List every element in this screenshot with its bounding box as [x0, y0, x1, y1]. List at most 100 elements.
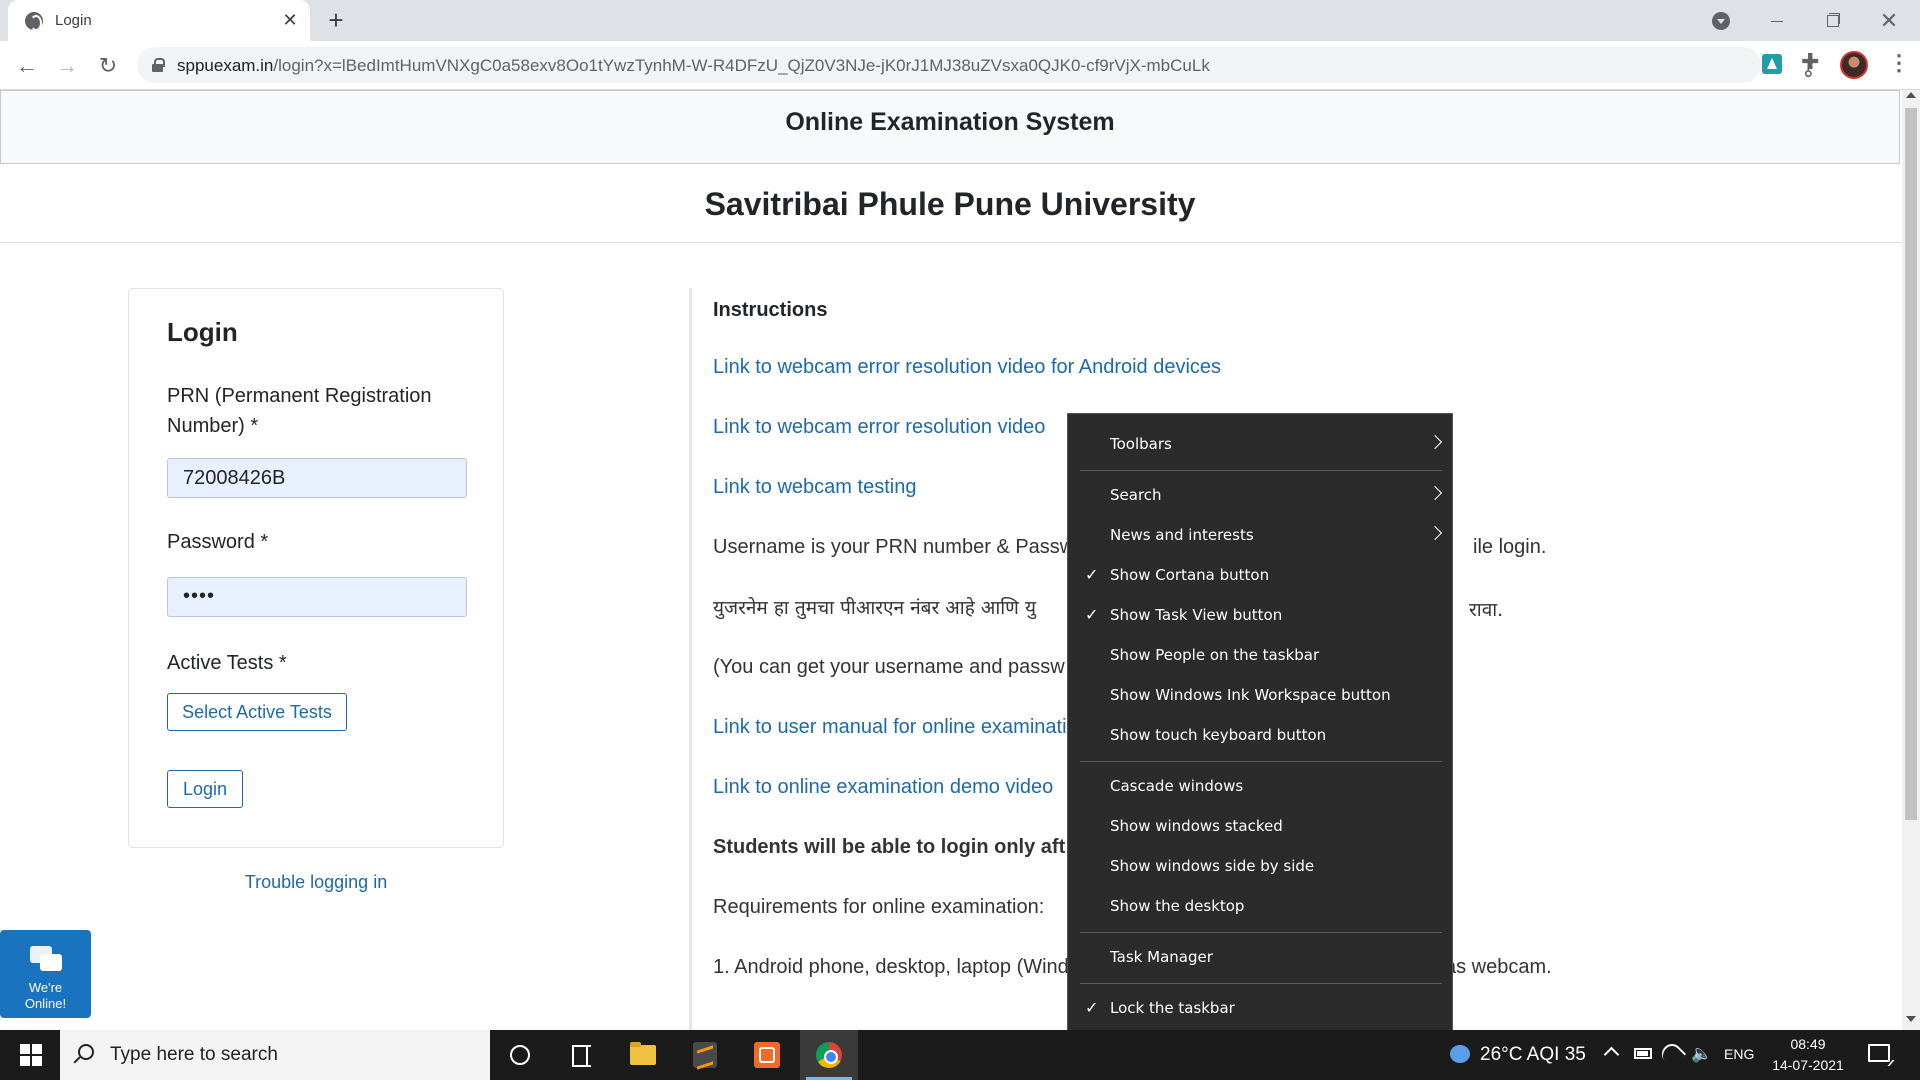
file-explorer-icon[interactable]: [614, 1030, 672, 1080]
window-close-button[interactable]: ✕: [1866, 6, 1912, 36]
tray-chevron-icon[interactable]: [1603, 1046, 1620, 1063]
requirements-heading: Requirements for online examination:: [713, 896, 1045, 918]
demo-video-link[interactable]: Link to online examination demo video: [713, 776, 1053, 799]
context-menu-item[interactable]: Search: [1068, 475, 1454, 515]
context-menu-item[interactable]: Show windows stacked: [1068, 806, 1454, 846]
webcam-testing-link[interactable]: Link to webcam testing: [713, 476, 916, 499]
url-text[interactable]: sppuexam.in/login?x=lBedImtHumVNXgC0a58e…: [177, 56, 1210, 76]
android-webcam-link[interactable]: Link to webcam error resolution video fo…: [713, 356, 1221, 379]
windows-start-icon[interactable]: [0, 1030, 60, 1080]
context-menu-item[interactable]: ✓ Lock the taskbar: [1068, 988, 1454, 1028]
lock-icon[interactable]: [152, 58, 165, 72]
back-arrow-icon[interactable]: ←: [12, 51, 42, 81]
context-menu-item[interactable]: ✓ Show Cortana button: [1068, 555, 1454, 595]
search-icon: [78, 1044, 94, 1060]
context-menu-item[interactable]: Show windows side by side: [1068, 846, 1454, 886]
password-label: Password *: [167, 531, 269, 553]
username-instruction-tail: ile login.: [1473, 536, 1547, 558]
sublime-text-icon[interactable]: [676, 1030, 734, 1080]
menu-separator: [1080, 761, 1442, 762]
browser-menu-icon[interactable]: ⋮: [1888, 50, 1910, 76]
context-menu-item[interactable]: Toolbars: [1068, 424, 1454, 464]
language-indicator[interactable]: ENG: [1724, 1046, 1754, 1062]
tab-title: Login: [55, 12, 92, 29]
weather-icon[interactable]: [1450, 1045, 1470, 1063]
prn-label: PRN (Permanent Registration Number) *: [167, 385, 432, 437]
instructions-heading: Instructions: [713, 299, 828, 321]
scroll-down-arrow-icon[interactable]: [1906, 1016, 1916, 1022]
minimize-button[interactable]: [1754, 6, 1800, 36]
context-menu-item-label: Cascade windows: [1110, 777, 1244, 795]
university-title: Savitribai Phule Pune University: [704, 186, 1196, 222]
select-active-tests-button[interactable]: Select Active Tests: [167, 693, 347, 731]
app-icon[interactable]: [738, 1030, 796, 1080]
active-tests-label: Active Tests *: [167, 652, 287, 674]
password-input[interactable]: ••••: [167, 577, 467, 617]
tab-close-icon[interactable]: ✕: [280, 10, 300, 30]
context-menu-item-label: Lock the taskbar: [1110, 999, 1235, 1017]
taskbar-search-box[interactable]: Type here to search: [60, 1030, 490, 1080]
login-card: Login PRN (Permanent Registration Number…: [128, 288, 504, 848]
context-menu-item[interactable]: News and interests: [1068, 515, 1454, 555]
reload-icon[interactable]: ↻: [93, 51, 123, 81]
scroll-thumb[interactable]: [1905, 108, 1917, 820]
checkmark-icon: ✓: [1085, 998, 1099, 1017]
system-header: Online Examination System: [0, 90, 1900, 164]
browser-tab[interactable]: Login ✕: [8, 0, 310, 41]
forward-arrow-icon[interactable]: →: [52, 51, 82, 81]
context-menu-item-label: Show windows stacked: [1110, 817, 1283, 835]
chevron-right-icon: [1427, 525, 1443, 541]
menu-separator: [1080, 983, 1442, 984]
battery-icon[interactable]: [1634, 1048, 1652, 1059]
context-menu-item-label: Task Manager: [1110, 948, 1213, 966]
login-heading: Login: [167, 317, 238, 347]
chat-widget-text: We're Online!: [24, 980, 67, 1011]
context-menu-item-label: Show Windows Ink Workspace button: [1110, 686, 1391, 704]
task-view-icon[interactable]: [552, 1030, 610, 1080]
clock-time[interactable]: 08:49: [1770, 1036, 1846, 1052]
context-menu-item[interactable]: Show People on the taskbar: [1068, 635, 1454, 675]
prn-input[interactable]: 72008426B: [167, 458, 467, 498]
context-menu-item[interactable]: Task Manager: [1068, 937, 1454, 977]
context-menu-item[interactable]: Show touch keyboard button: [1068, 715, 1454, 755]
browser-tab-strip: Login ✕ + ✕: [0, 0, 1920, 41]
extension-icon[interactable]: [1762, 54, 1782, 74]
context-menu-item[interactable]: Cascade windows: [1068, 766, 1454, 806]
volume-icon[interactable]: 🔈: [1691, 1044, 1712, 1064]
extensions-puzzle-icon[interactable]: ✚: [1801, 49, 1819, 75]
context-menu-item-label: Show People on the taskbar: [1110, 646, 1320, 664]
webcam-video-link[interactable]: Link to webcam error resolution video: [713, 416, 1045, 439]
address-bar[interactable]: sppuexam.in/login?x=lBedImtHumVNXgC0a58e…: [137, 47, 1867, 83]
trouble-logging-in-link[interactable]: Trouble logging in: [128, 872, 504, 893]
profile-avatar[interactable]: [1840, 51, 1868, 79]
requirement-item-tail: as webcam.: [1445, 956, 1552, 978]
context-menu-item[interactable]: Show Windows Ink Workspace button: [1068, 675, 1454, 715]
notification-icon[interactable]: [1868, 1044, 1890, 1062]
context-menu-item-label: Show windows side by side: [1110, 857, 1315, 875]
instructions-divider: [689, 288, 692, 1030]
restore-button[interactable]: [1810, 6, 1856, 36]
user-manual-link[interactable]: Link to user manual for online examinati: [713, 716, 1067, 739]
context-menu-item[interactable]: Show the desktop: [1068, 886, 1454, 926]
chevron-right-icon: [1427, 434, 1443, 450]
context-menu-item[interactable]: ✓ Show Task View button: [1068, 595, 1454, 635]
tab-search-icon[interactable]: [1712, 12, 1730, 30]
globe-icon: [25, 12, 43, 31]
context-menu-item-label: Show Task View button: [1110, 606, 1283, 624]
page-scrollbar[interactable]: [1902, 90, 1920, 1030]
login-button[interactable]: Login: [167, 770, 243, 808]
wifi-icon[interactable]: [1657, 1039, 1687, 1069]
context-menu-item-label: Show Cortana button: [1110, 566, 1270, 584]
context-menu-item-label: News and interests: [1110, 526, 1254, 544]
chrome-icon[interactable]: [800, 1030, 858, 1080]
clock-date[interactable]: 14-07-2021: [1770, 1057, 1846, 1073]
weather-text[interactable]: 26°C AQI 35: [1480, 1044, 1586, 1066]
chevron-right-icon: [1427, 485, 1443, 501]
context-menu-item-label: Search: [1110, 486, 1162, 504]
cortana-icon[interactable]: [490, 1030, 548, 1080]
chat-widget[interactable]: We're Online!: [0, 930, 91, 1018]
new-tab-button[interactable]: +: [322, 7, 350, 34]
scroll-up-arrow-icon[interactable]: [1906, 92, 1916, 98]
instructions-panel: Instructions Link to webcam error resolu…: [713, 299, 1893, 978]
page-content: Online Examination System Savitribai Phu…: [0, 90, 1902, 1030]
